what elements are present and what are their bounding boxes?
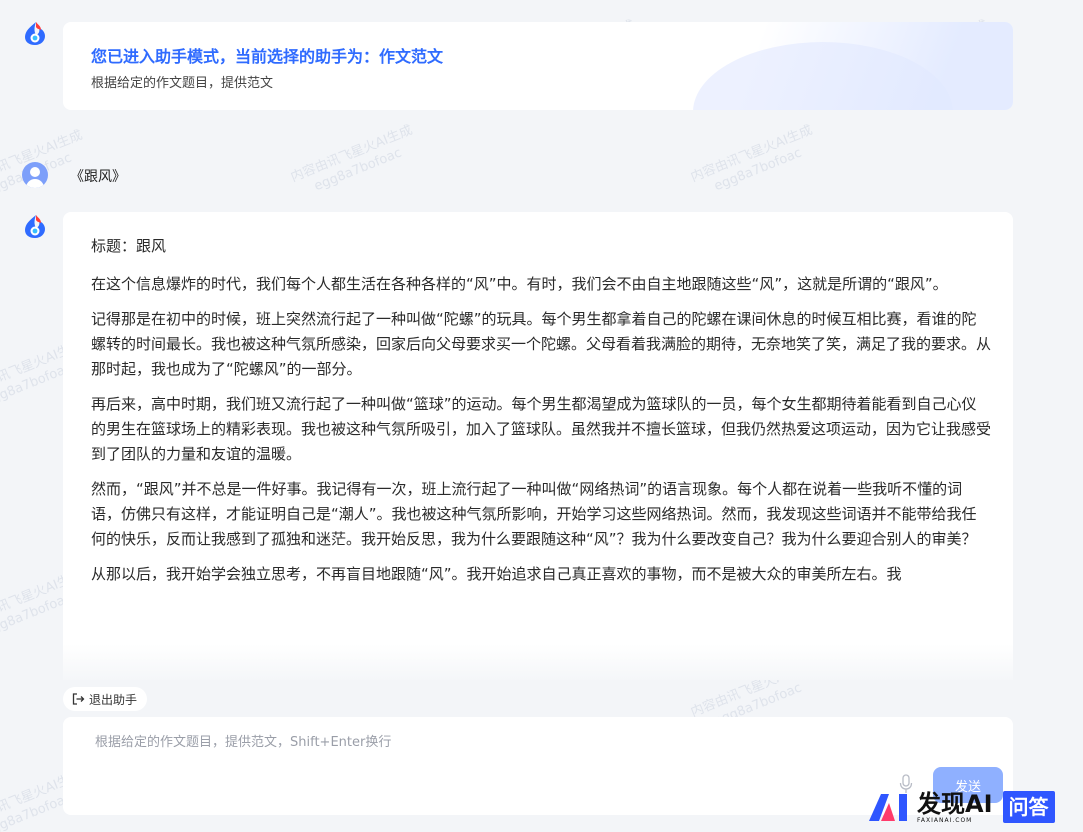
assistant-mode-subtitle: 根据给定的作文题目，提供范文 [91,76,274,91]
user-message: 《跟风》 [70,169,126,185]
answer-paragraph: 在这个信息爆炸的时代，我们每个人都生活在各种各样的“风”中。有时，我们会不由自主… [91,275,948,293]
assistant-mode-title: 您已进入助手模式，当前选择的助手为：作文范文 [91,47,444,66]
watermark: 内容由讯飞星火AI生成egg8a7bofoac [688,122,815,195]
brand-watermark: 发现AI FAXIANAI.COM 问答 [867,790,1055,824]
faxianai-logo-icon [869,794,907,821]
brand-domain: FAXIANAI.COM [917,817,973,824]
answer-paragraph: 再后来，高中时期，我们班又流行起了一种叫做“篮球”的运动。每个男生都渴望成为篮球… [91,395,992,463]
watermark: 内容由讯飞星火AI生成egg8a7bofoac [288,122,415,195]
answer-paragraph: 从那以后，我开始学会独立思考，不再盲目地跟随“风”。我开始追求自己真正喜欢的事物… [91,565,902,583]
answer-paragraph: 然而，“跟风”并不总是一件好事。我记得有一次，班上流行起了一种叫做“网络热词”的… [91,480,977,548]
spark-bot-avatar-icon [25,215,45,238]
brand-name: 发现AI [917,790,993,818]
answer-paragraph: 标题：跟风 [91,237,167,255]
brand-badge: 问答 [1002,791,1055,823]
exit-assistant-label: 退出助手 [89,692,138,707]
answer-paragraph: 记得那是在初中的时候，班上突然流行起了一种叫做“陀螺”的玩具。每个男生都拿着自己… [91,310,992,378]
user-avatar [22,162,48,188]
answer-card: 标题：跟风 在这个信息爆炸的时代，我们每个人都生活在各种各样的“风”中。有时，我… [63,212,1013,680]
spark-bot-avatar-icon [25,22,45,45]
prompt-input[interactable] [95,731,915,771]
assistant-mode-card: 您已进入助手模式，当前选择的助手为：作文范文 根据给定的作文题目，提供范文 [63,22,1013,110]
answer-content: 标题：跟风 在这个信息爆炸的时代，我们每个人都生活在各种各样的“风”中。有时，我… [91,234,991,597]
exit-icon [72,693,85,705]
exit-assistant-button[interactable]: 退出助手 [63,687,148,711]
